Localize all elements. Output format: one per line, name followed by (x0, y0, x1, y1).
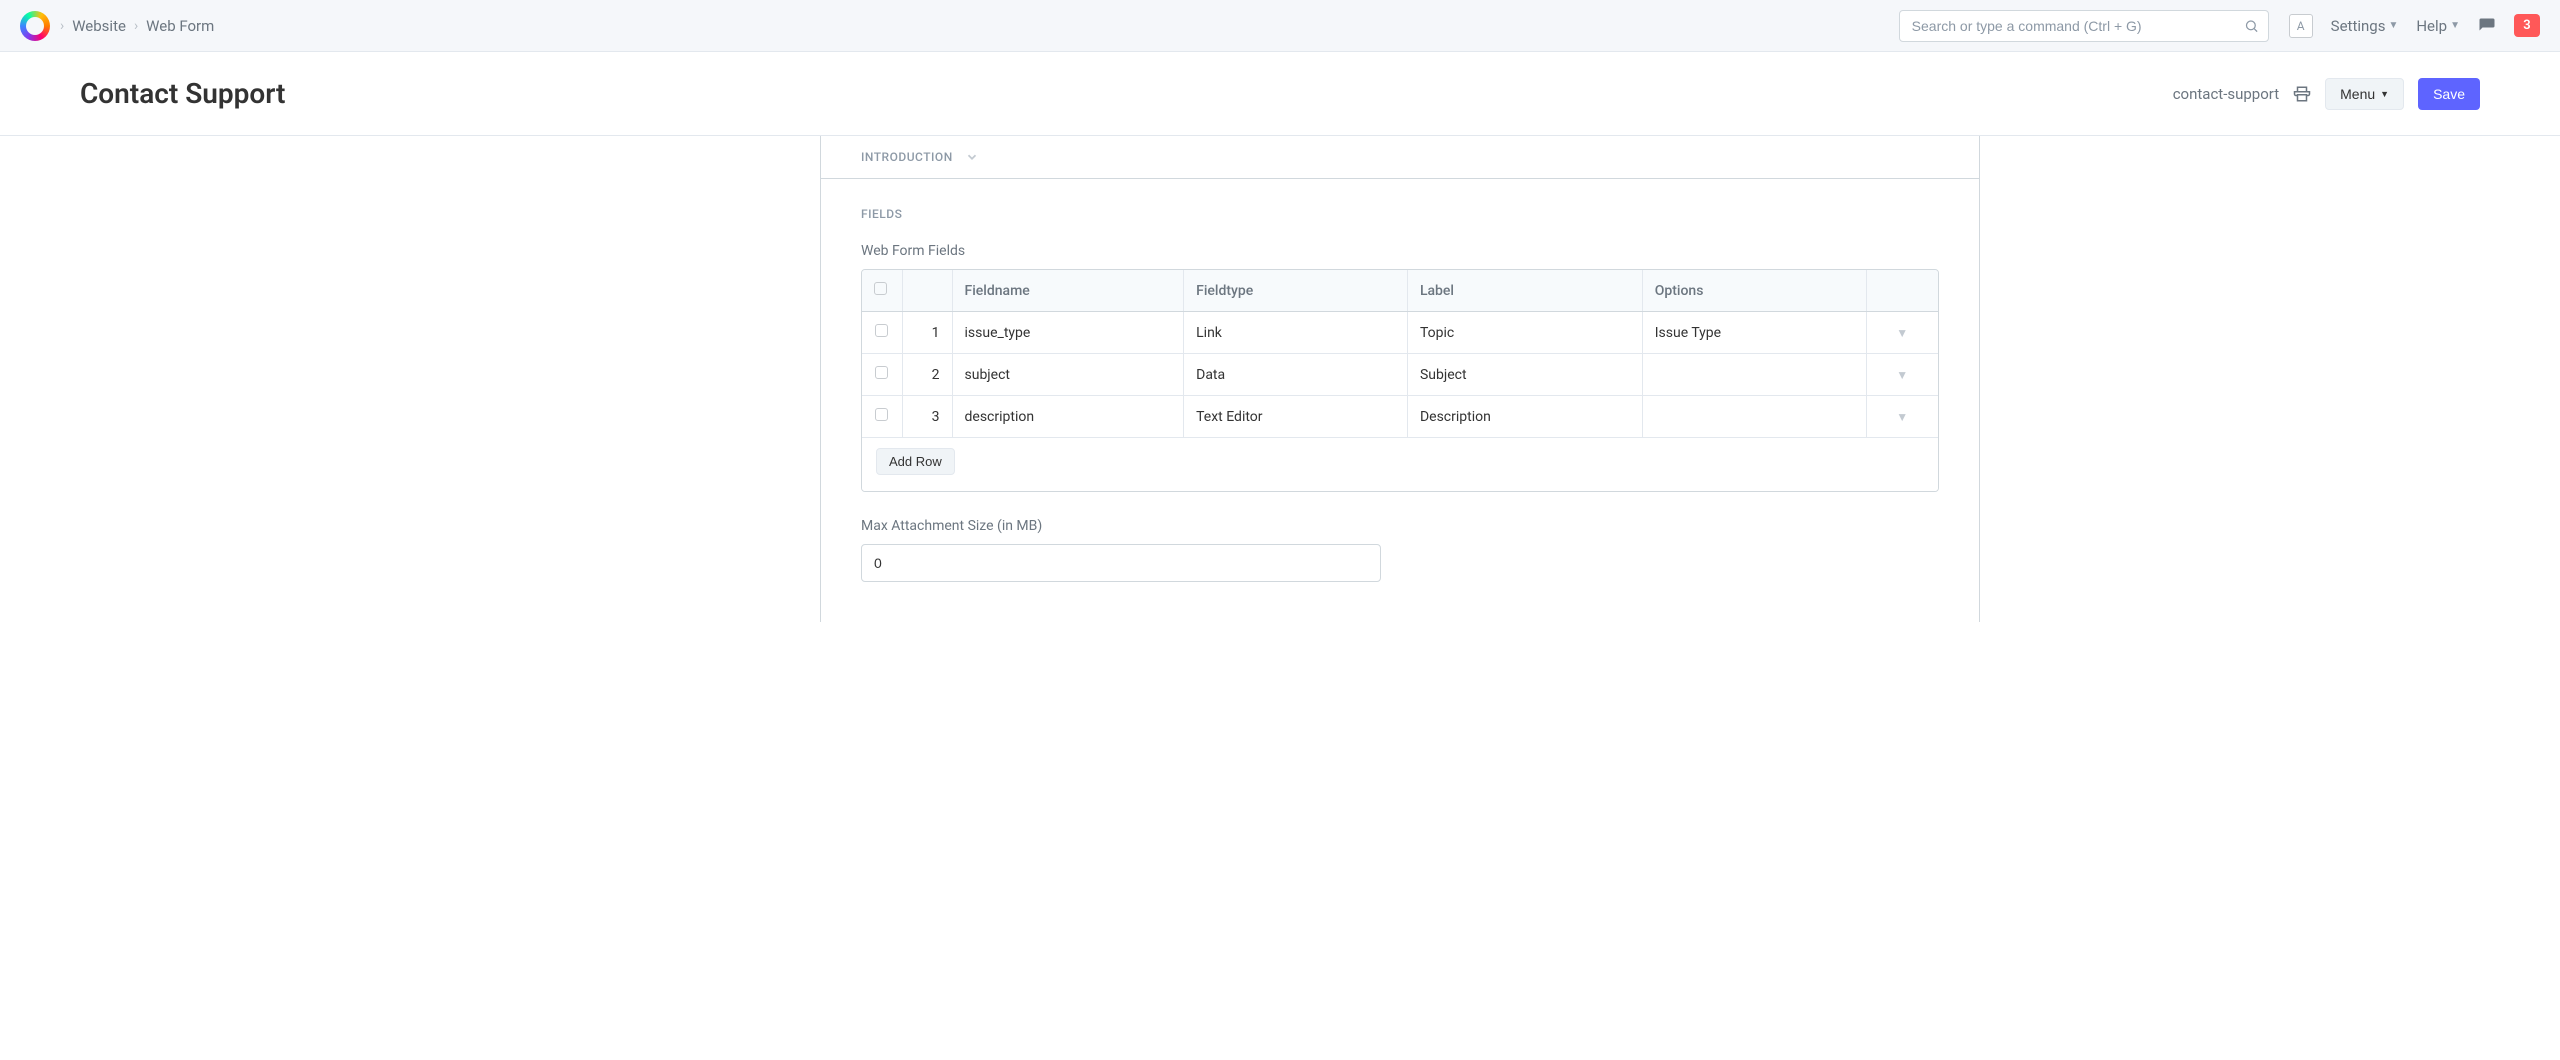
cell-fieldname[interactable]: description (952, 396, 1184, 438)
column-label: Label (1407, 270, 1642, 312)
row-index: 1 (902, 312, 952, 354)
page-actions: contact-support Menu ▼ Save (2173, 78, 2480, 110)
row-checkbox[interactable] (875, 324, 888, 337)
breadcrumb-website[interactable]: Website (72, 17, 126, 35)
search-wrap (1899, 10, 2269, 42)
section-fields-label: FIELDS (861, 207, 1939, 221)
cell-label[interactable]: Topic (1407, 312, 1642, 354)
column-index (902, 270, 952, 312)
caret-down-icon: ▼ (2388, 20, 2398, 31)
print-icon[interactable] (2293, 85, 2311, 103)
column-check (862, 270, 902, 312)
navbar-center (1899, 10, 2269, 42)
navbar-right: A Settings ▼ Help ▼ 3 (2289, 14, 2540, 38)
table-header-row: Fieldname Fieldtype Label Options (862, 270, 1938, 312)
max-attachment-label: Max Attachment Size (in MB) (861, 518, 1939, 534)
notification-badge[interactable]: 3 (2514, 14, 2540, 37)
help-menu[interactable]: Help ▼ (2416, 17, 2460, 35)
column-options: Options (1642, 270, 1866, 312)
section-introduction[interactable]: INTRODUCTION (821, 136, 1979, 179)
row-checkbox[interactable] (875, 366, 888, 379)
cell-fieldtype[interactable]: Link (1184, 312, 1408, 354)
cell-options[interactable] (1642, 354, 1866, 396)
chevron-right-icon: › (134, 18, 138, 34)
table-row[interactable]: 1 issue_type Link Topic Issue Type ▼ (862, 312, 1938, 354)
select-all-checkbox[interactable] (874, 282, 887, 295)
form-card: INTRODUCTION FIELDS Web Form Fields Fiel… (820, 136, 1980, 622)
section-fields: FIELDS Web Form Fields Fieldname Fieldty… (821, 179, 1979, 622)
cell-label[interactable]: Subject (1407, 354, 1642, 396)
search-input[interactable] (1899, 10, 2269, 42)
web-form-fields-label: Web Form Fields (861, 243, 1939, 259)
cell-options[interactable] (1642, 396, 1866, 438)
breadcrumb-web-form[interactable]: Web Form (146, 17, 214, 35)
page-title: Contact Support (80, 77, 285, 110)
row-index: 2 (902, 354, 952, 396)
cell-label[interactable]: Description (1407, 396, 1642, 438)
menu-label: Menu (2340, 86, 2375, 102)
row-index: 3 (902, 396, 952, 438)
section-introduction-label: INTRODUCTION (861, 150, 953, 164)
cell-options[interactable]: Issue Type (1642, 312, 1866, 354)
chevron-right-icon: › (60, 18, 64, 34)
row-settings-icon[interactable]: ▼ (1896, 326, 1908, 340)
settings-label: Settings (2331, 17, 2386, 35)
cell-fieldtype[interactable]: Data (1184, 354, 1408, 396)
cell-fieldname[interactable]: subject (952, 354, 1184, 396)
caret-down-icon: ▼ (2450, 20, 2460, 31)
table-row[interactable]: 2 subject Data Subject ▼ (862, 354, 1938, 396)
web-form-fields-grid: Fieldname Fieldtype Label Options 1 issu… (861, 269, 1939, 492)
chevron-down-icon (965, 150, 979, 164)
help-label: Help (2416, 17, 2447, 35)
row-settings-icon[interactable]: ▼ (1896, 368, 1908, 382)
add-row-button[interactable]: Add Row (876, 448, 955, 475)
page-header: Contact Support contact-support Menu ▼ S… (0, 52, 2560, 136)
row-settings-icon[interactable]: ▼ (1896, 410, 1908, 424)
cell-fieldname[interactable]: issue_type (952, 312, 1184, 354)
navbar-left: › Website › Web Form (20, 11, 1899, 41)
table-row[interactable]: 3 description Text Editor Description ▼ (862, 396, 1938, 438)
save-button[interactable]: Save (2418, 78, 2480, 110)
content: INTRODUCTION FIELDS Web Form Fields Fiel… (0, 136, 2560, 622)
breadcrumb: › Website › Web Form (60, 17, 214, 35)
chat-icon[interactable] (2478, 17, 2496, 35)
grid-footer: Add Row (862, 438, 1938, 491)
app-logo[interactable] (20, 11, 50, 41)
column-settings (1866, 270, 1938, 312)
menu-button[interactable]: Menu ▼ (2325, 78, 2404, 110)
settings-menu[interactable]: Settings ▼ (2331, 17, 2399, 35)
page-slug: contact-support (2173, 85, 2279, 103)
caret-down-icon: ▼ (2380, 89, 2389, 99)
navbar: › Website › Web Form A Settings ▼ Help ▼… (0, 0, 2560, 52)
column-fieldtype: Fieldtype (1184, 270, 1408, 312)
max-attachment-group: Max Attachment Size (in MB) (861, 518, 1939, 582)
search-icon[interactable] (2244, 18, 2259, 33)
max-attachment-input[interactable] (861, 544, 1381, 582)
column-fieldname: Fieldname (952, 270, 1184, 312)
row-checkbox[interactable] (875, 408, 888, 421)
avatar[interactable]: A (2289, 14, 2313, 38)
cell-fieldtype[interactable]: Text Editor (1184, 396, 1408, 438)
